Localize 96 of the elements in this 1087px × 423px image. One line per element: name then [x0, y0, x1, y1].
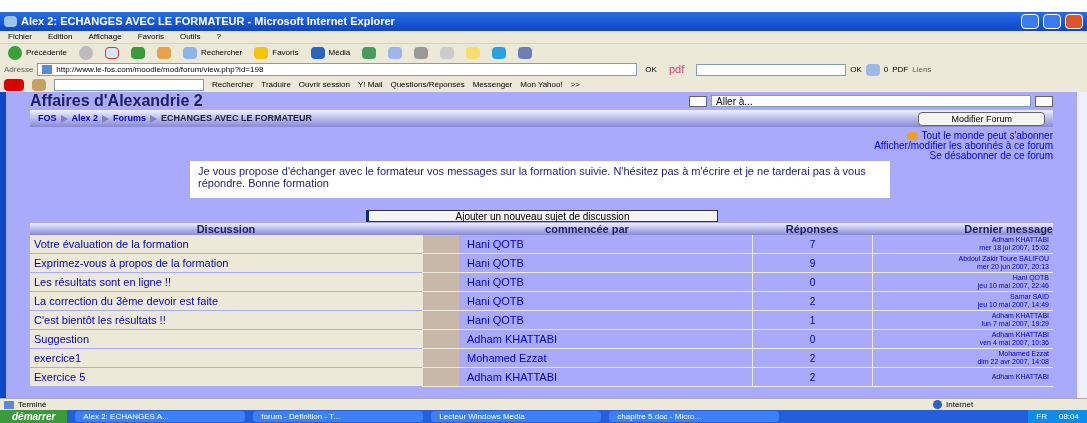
back-button[interactable]: Précédente — [26, 47, 67, 59]
avatar-placeholder — [423, 235, 459, 253]
yahoo-search-field[interactable] — [54, 78, 204, 91]
jump-forward-button[interactable] — [1035, 95, 1053, 107]
menu-item[interactable]: Edition — [48, 31, 73, 43]
forum-link[interactable]: Tout le monde peut s'abonner — [921, 131, 1053, 141]
language-indicator[interactable]: FR — [1036, 410, 1047, 423]
search-input[interactable] — [696, 63, 847, 76]
separator-arrow-icon — [60, 114, 68, 123]
edit-forum-button[interactable]: Modifier Forum — [918, 111, 1045, 126]
taskbar-button[interactable]: forum - Définition - T... — [253, 411, 424, 422]
avatar-placeholder — [423, 273, 459, 291]
reply-count: 1 — [752, 311, 872, 330]
login-button[interactable]: Ouvrir session — [298, 78, 350, 91]
clock: 08:04 — [1058, 410, 1079, 423]
links-button[interactable]: Liens — [912, 63, 932, 76]
my-yahoo-button[interactable]: Mon Yahoo! — [520, 78, 563, 91]
author-link[interactable]: Hani QOTB — [467, 292, 524, 310]
breadcrumb-link[interactable]: FOS — [38, 111, 57, 126]
menu-item[interactable]: Outils — [179, 31, 201, 43]
topic-link[interactable]: exercice1 — [30, 349, 422, 368]
maximize-button[interactable] — [1043, 14, 1061, 29]
go-button[interactable]: OK — [850, 63, 862, 76]
menu-item[interactable]: Favoris — [137, 31, 164, 43]
topic-link[interactable]: Les résultats sont en ligne !! — [30, 273, 422, 292]
author-link[interactable]: Hani QOTB — [467, 235, 524, 253]
address-value: http://www.le-fos.com/moodle/mod/forum/view.php?id=198 — [56, 63, 264, 76]
reply-count: 2 — [752, 349, 872, 368]
topic-link[interactable]: Exercice 5 — [30, 368, 422, 387]
search-button[interactable]: Rechercher — [200, 47, 243, 59]
go-button[interactable]: OK — [641, 63, 657, 76]
favorites-button[interactable]: Favoris — [272, 47, 299, 59]
forum-intro: Je vous propose d'échanger avec le formateur vos messages sur la formation suivie. N'hésitez pas à m'écrire et je ne tarderai pas à vous répondre. Bonne formation — [198, 165, 867, 189]
breadcrumb-current: ECHANGES AVEC LE FORMATEUR — [161, 111, 312, 125]
more-button[interactable]: >> — [570, 78, 581, 91]
author-link[interactable]: Hani QOTB — [467, 273, 524, 291]
answers-button[interactable]: Questions/Réponses — [390, 78, 465, 91]
address-label: Adresse — [4, 63, 34, 76]
menu-item[interactable]: Fichier — [8, 31, 32, 43]
column-header: commencée par — [422, 223, 752, 235]
reply-count: 7 — [752, 235, 872, 254]
breadcrumb-link[interactable]: Alex 2 — [71, 111, 99, 126]
counter-label[interactable]: 0 — [883, 63, 889, 76]
menu-item[interactable]: Affichage — [88, 31, 122, 43]
course-title: Affaires d'Alexandrie 2 — [30, 92, 203, 111]
translate-button[interactable]: Traduire — [261, 78, 291, 91]
messenger-button[interactable]: Messenger — [472, 78, 513, 91]
avatar-placeholder — [423, 292, 459, 310]
reply-count: 0 — [752, 330, 872, 349]
avatar-placeholder — [423, 330, 459, 348]
author-link[interactable]: Hani QOTB — [467, 311, 524, 329]
address-field[interactable]: http://www.le-fos.com/moodle/mod/forum/view.php?id=198 — [37, 63, 638, 76]
start-button[interactable]: démarrer — [0, 410, 68, 423]
yahoo-search-button[interactable]: Rechercher — [212, 78, 254, 91]
topic-link[interactable]: Votre évaluation de la formation — [30, 235, 422, 254]
minimize-button[interactable] — [1021, 14, 1039, 29]
forum-link[interactable]: Afficher/modifier les abonnés à ce forum — [874, 141, 1053, 151]
scrollbar[interactable] — [1077, 92, 1087, 398]
status-text: Terminé — [18, 398, 47, 411]
author-link[interactable]: Mohamed Ezzat — [467, 349, 547, 367]
column-header: Discussion — [30, 223, 422, 235]
media-button[interactable]: Média — [328, 47, 351, 59]
column-header: Réponses — [752, 223, 872, 235]
taskbar-button[interactable]: Alex 2: ECHANGES A... — [75, 411, 246, 422]
avatar-placeholder — [423, 254, 459, 272]
avatar-placeholder — [423, 349, 459, 367]
taskbar-button[interactable]: Lecteur Windows Media — [431, 411, 602, 422]
reply-count: 2 — [752, 292, 872, 311]
separator-arrow-icon — [150, 114, 158, 123]
author-link[interactable]: Adham KHATTABI — [467, 330, 558, 348]
reply-count: 0 — [752, 273, 872, 292]
topic-link[interactable]: C'est bientôt les résultats !! — [30, 311, 422, 330]
separator-arrow-icon — [102, 114, 110, 123]
reply-count: 2 — [752, 368, 872, 387]
pdf-button[interactable]: pdf — [660, 61, 693, 78]
topic-link[interactable]: Exprimez-vous à propos de la formation — [30, 254, 422, 273]
author-link[interactable]: Hani QOTB — [467, 254, 524, 272]
author-link[interactable]: Adham KHATTABI — [467, 368, 558, 386]
window-title: Alex 2: ECHANGES AVEC LE FORMATEUR - Microsoft Internet Explorer — [21, 14, 396, 30]
jump-back-button[interactable] — [689, 95, 707, 107]
pdf-button[interactable]: PDF — [892, 63, 909, 76]
column-header: Dernier message — [872, 223, 1053, 235]
breadcrumb-link[interactable]: Forums — [113, 111, 147, 126]
topic-link[interactable]: Suggestion — [30, 330, 422, 349]
zone-label: Internet — [946, 398, 974, 411]
menu-item[interactable]: ? — [216, 31, 221, 43]
avatar-placeholder — [423, 368, 459, 386]
avatar-placeholder — [423, 311, 459, 329]
mail-button[interactable]: Y! Mail — [358, 78, 383, 91]
add-topic-button[interactable]: Ajouter un nouveau sujet de discussion — [365, 210, 718, 222]
taskbar-button[interactable]: chapitre 5.doc - Micro... — [609, 411, 780, 422]
forum-link[interactable]: Se désabonner de ce forum — [929, 151, 1053, 161]
reply-count: 9 — [752, 254, 872, 273]
jump-select[interactable]: Aller à... — [711, 95, 1031, 107]
close-button[interactable] — [1065, 14, 1083, 29]
topic-link[interactable]: La correction du 3ème devoir est faite — [30, 292, 422, 311]
